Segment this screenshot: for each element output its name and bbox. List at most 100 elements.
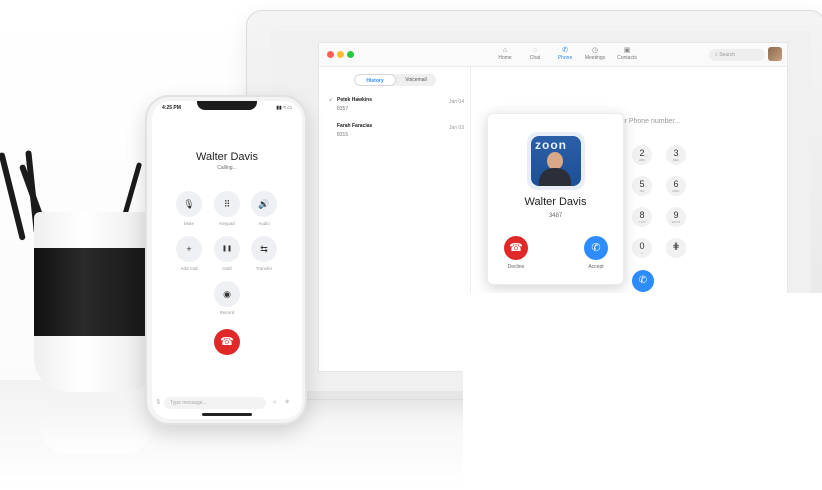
keypad-button[interactable]: ⠿ [214,191,240,217]
emoji-icon[interactable]: ☺ [272,399,277,405]
cup-reflection [40,398,152,454]
home-icon: ⌂ [502,47,508,54]
add-call-label: Add Call [180,266,198,271]
history-name: Petek Hawkins [337,97,373,103]
nav-label: Phone [557,55,573,61]
transfer-icon: ⇆ [260,244,268,254]
transfer-label: Transfer [255,266,273,271]
dial-call-button[interactable]: ✆ [632,270,654,292]
key-2[interactable]: 2 ABC [632,145,652,165]
mute-icon: 🎙 [183,199,195,209]
caller-number: 3487 [548,213,563,219]
record-label: Record [219,310,235,315]
home-indicator [202,413,252,416]
caller-photo: zoon [527,132,585,190]
key-5[interactable]: 5 JKL [632,176,652,196]
phone-icon: ✆ [562,47,568,54]
message-input[interactable]: Type message... [164,397,266,409]
photo-logo-text: zoon [535,138,567,152]
nav-home[interactable]: ⌂ Home [491,46,519,61]
key-6[interactable]: 6 MNO [666,176,686,196]
phone-icon: ✆ [638,275,648,286]
history-date: Jan 04 [448,99,464,105]
history-pane: History Voicemail ↙ Petek Hawkins 8357 J… [319,67,471,371]
nav-label: Meetings [584,55,606,61]
keypad-label: Keypad [219,221,235,226]
mute-label: Mute [183,221,194,226]
hold-label: Hold [222,266,232,271]
search-input[interactable]: ⌕ Search [709,49,765,61]
missed-call-icon: ↙ [329,97,334,103]
title-bar: ⌂ Home ◌ Chat ✆ Phone ◷ Meetings ▣ Conta… [319,43,787,67]
accept-label: Accept [588,264,604,270]
search-placeholder: Search [719,52,736,58]
caller-name: Walter Davis [196,151,258,163]
chat-icon: ◌ [532,47,538,54]
nav-phone[interactable]: ✆ Phone [551,46,579,61]
user-avatar[interactable] [768,47,782,61]
audio-button[interactable]: 🔊 [251,191,277,217]
nav-chat[interactable]: ◌ Chat [521,46,549,61]
microphone-icon[interactable]: 🎙 [155,399,161,405]
accept-button[interactable]: ✆ [584,236,608,260]
nav-meetings[interactable]: ◷ Meetings [581,46,609,61]
audio-icon: 🔊 [258,199,270,209]
key-letters: MNO [672,189,680,193]
maximize-window-button[interactable] [347,51,354,58]
key-letters: DEF [673,158,679,162]
history-number: 8357 [337,106,349,112]
status-time: 4:25 PM [162,105,181,111]
key-letters: + [641,251,643,255]
nav-label: Chat [529,55,541,61]
hold-button[interactable]: ❚❚ [214,236,240,262]
key-letters: ABC [638,158,646,162]
list-item[interactable]: ↙ Petek Hawkins 8357 Jan 04 [329,97,464,123]
transfer-button[interactable]: ⇆ [251,236,277,262]
list-item[interactable]: Farah Faracias 8315 Jan 03 [329,123,464,149]
phone-notch [197,101,257,110]
caller-name: Walter Davis [524,196,587,208]
call-state: Calling... [217,165,237,171]
key-3[interactable]: 3 DEF [666,145,686,165]
history-name: Farah Faracias [337,123,373,129]
message-bar: 🎙 Type message... ☺ ⊕ [152,397,302,411]
history-voicemail-tabs: History Voicemail [354,74,436,86]
hang-up-icon: ☎ [220,336,234,348]
mobile-call-screen: 4:25 PM ▮▮ ≈ ▭ Walter Davis Calling... 🎙… [152,101,302,419]
status-icons: ▮▮ ≈ ▭ [276,105,292,111]
audio-label: Audio [258,221,270,226]
key-letters: JKL [639,189,645,193]
nav-contacts[interactable]: ▣ Contacts [613,46,641,61]
add-attachment-icon[interactable]: ⊕ [285,399,289,405]
decline-button[interactable]: ☎ [504,236,528,260]
close-window-button[interactable] [327,51,334,58]
history-date: Jan 03 [448,125,464,131]
add-call-icon: + [186,244,192,254]
nav-label: Contacts [617,55,637,61]
key-letters: TUV [639,220,645,224]
hang-up-icon: ☎ [509,242,523,254]
nav-label: Home [498,55,512,61]
tab-history[interactable]: History [354,74,396,86]
history-number: 8315 [337,132,349,138]
marketing-scene: ⌂ Home ◌ Chat ✆ Phone ◷ Meetings ▣ Conta… [0,0,822,490]
key-8[interactable]: 8 TUV [632,207,652,227]
key-digit: ⋕ [672,241,680,251]
key-9[interactable]: 9 WXYZ [666,207,686,227]
end-call-button[interactable]: ☎ [214,329,240,355]
key-0[interactable]: 0 + [632,238,652,258]
blank-region [463,293,822,490]
contacts-icon: ▣ [623,47,631,54]
add-call-button[interactable]: + [176,236,202,262]
meetings-icon: ◷ [591,47,599,54]
key-hash[interactable]: ⋕ [666,238,686,258]
mute-button[interactable]: 🎙 [176,191,202,217]
hold-icon: ❚❚ [221,246,233,252]
incoming-call-card: zoon Walter Davis 3487 ☎ Decline ✆ Accep… [487,113,624,285]
phone-icon: ✆ [591,242,601,254]
record-button[interactable]: ◉ [214,281,240,307]
person-body [539,168,571,186]
tab-voicemail[interactable]: Voicemail [396,74,436,86]
minimize-window-button[interactable] [337,51,344,58]
record-icon: ◉ [223,289,231,299]
